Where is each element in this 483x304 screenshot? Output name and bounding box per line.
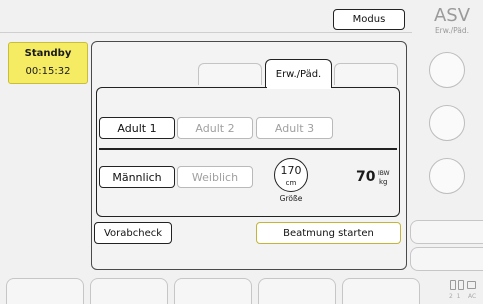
control-knob-2[interactable] [429, 105, 465, 141]
male-button[interactable]: Männlich [99, 166, 175, 188]
ibw-unit: kg [379, 178, 388, 186]
bottom-slot-4[interactable] [258, 278, 336, 304]
active-tab-joint [266, 85, 331, 89]
adult-1-button[interactable]: Adult 1 [99, 117, 175, 139]
standby-timer: 00:15:32 [25, 66, 71, 77]
ac-label: AC [468, 293, 477, 300]
control-knob-1[interactable] [429, 52, 465, 88]
bottom-slot-1[interactable] [6, 278, 84, 304]
mode-button[interactable]: Modus [333, 9, 405, 30]
separator-line [99, 148, 397, 150]
side-slot-2[interactable] [410, 247, 483, 271]
standby-status[interactable]: Standby 00:15:32 [8, 42, 88, 84]
mode-title: ASV [433, 5, 471, 26]
female-button[interactable]: Weiblich [177, 166, 253, 188]
control-knob-3[interactable] [429, 158, 465, 194]
side-slot-1[interactable] [410, 220, 483, 244]
top-divider [0, 32, 412, 33]
bottom-slot-3[interactable] [174, 278, 252, 304]
mode-subtitle: Erw./Päd. [434, 26, 470, 35]
tab-adult-pediatric[interactable]: Erw./Päd. [265, 59, 332, 88]
bottom-slot-2[interactable] [90, 278, 168, 304]
height-label: Größe [279, 194, 303, 203]
battery-digits: 2 1 [449, 293, 461, 300]
start-ventilation-button[interactable]: Beatmung starten [256, 222, 401, 244]
ibw-label: IBW [378, 170, 390, 177]
tab-content-panel [96, 87, 400, 217]
height-knob[interactable]: 170 cm [274, 158, 308, 192]
adult-2-button[interactable]: Adult 2 [177, 117, 253, 139]
battery-icon-left [450, 280, 456, 290]
standby-label: Standby [24, 48, 72, 59]
ibw-value: 70 [356, 169, 376, 185]
precheck-button[interactable]: Vorabcheck [94, 222, 172, 244]
height-unit: cm [285, 179, 297, 187]
battery-icon-right [458, 280, 464, 290]
tab-left[interactable] [198, 63, 262, 85]
tab-right[interactable] [334, 63, 398, 85]
height-value: 170 [280, 164, 302, 177]
plug-icon [467, 281, 476, 289]
adult-3-button[interactable]: Adult 3 [256, 117, 333, 139]
bottom-slot-5[interactable] [342, 278, 420, 304]
